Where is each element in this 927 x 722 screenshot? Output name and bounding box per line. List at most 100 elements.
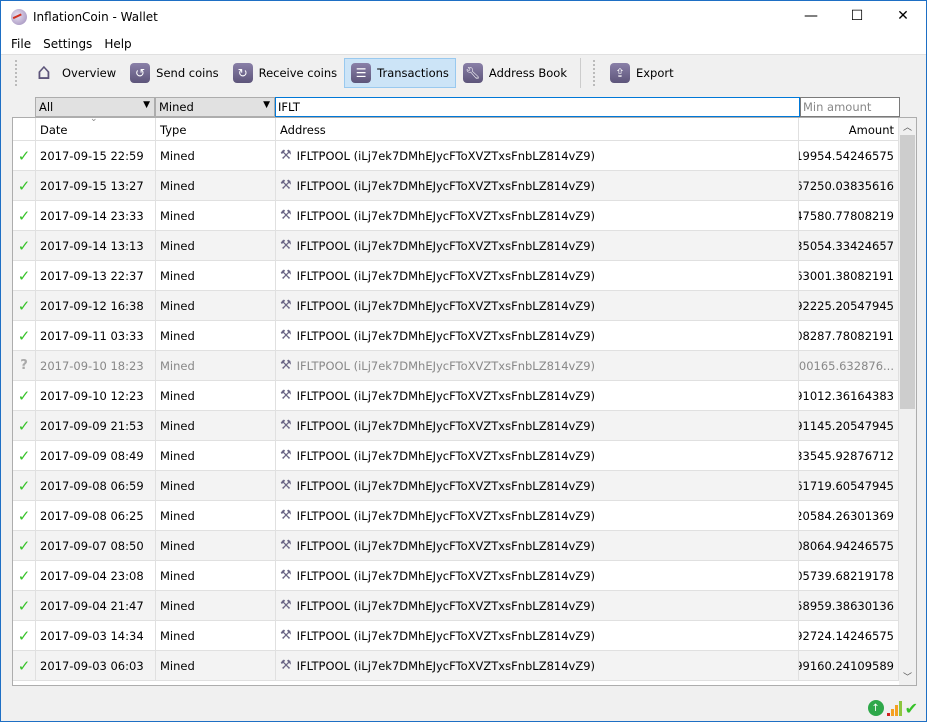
confirmed-check-icon: ✓ <box>13 441 36 470</box>
table-row[interactable]: ✓ 2017-09-14 13:13 Mined ⚒ IFLTPOOL (iLj7ek7… <box>13 231 916 261</box>
date-cell: 2017-09-10 12:23 <box>36 381 156 410</box>
home-icon: ⌂ <box>37 60 51 85</box>
send-icon: ↺ <box>130 62 151 83</box>
table-body: ✓ 2017-09-15 22:59 Mined ⚒ IFLTPOOL (iLj7ek7… <box>13 141 916 681</box>
type-cell: Mined <box>156 321 276 350</box>
type-column-header[interactable]: Type <box>156 118 276 140</box>
status-bar: ↑ ✔ <box>867 695 918 721</box>
transactions-button[interactable]: ☰ Transactions <box>344 57 456 88</box>
mined-tools-icon: ⚒ <box>280 208 292 223</box>
address-book-button[interactable]: 🔧︎ Address Book <box>456 58 574 88</box>
date-cell: 2017-09-10 18:23 <box>36 351 156 380</box>
table-row[interactable]: ✓ 2017-09-11 03:33 Mined ⚒ IFLTPOOL (iLj7ek7… <box>13 321 916 351</box>
type-cell: Mined <box>156 351 276 380</box>
address-text: IFLTPOOL (iLj7ek7DMhEJycFToXVZTxsFnbLZ81… <box>296 178 596 193</box>
address-text: IFLTPOOL (iLj7ek7DMhEJycFToXVZTxsFnbLZ81… <box>296 658 596 673</box>
date-filter-select[interactable]: All ▼ <box>35 97 155 117</box>
amount-cell: 319954.54246575 <box>799 141 899 170</box>
table-row[interactable]: ✓ 2017-09-13 22:37 Mined ⚒ IFLTPOOL (iLj7ek7… <box>13 261 916 291</box>
table-row[interactable]: ✓ 2017-09-15 22:59 Mined ⚒ IFLTPOOL (iLj7ek7… <box>13 141 916 171</box>
scroll-down-icon[interactable]: ﹀ <box>899 668 916 685</box>
min-amount-input[interactable]: Min amount <box>800 97 900 117</box>
mined-tools-icon: ⚒ <box>280 448 292 463</box>
receive-coins-button[interactable]: ↻ Receive coins <box>226 58 345 88</box>
amount-cell: 263001.38082191 <box>799 261 899 290</box>
wrench-icon: 🔧︎ <box>462 62 483 83</box>
mined-tools-icon: ⚒ <box>280 478 292 493</box>
toolbar-grip[interactable] <box>592 59 597 86</box>
scrollbar-thumb[interactable] <box>900 135 915 409</box>
type-cell: Mined <box>156 411 276 440</box>
minimize-button[interactable]: — <box>788 1 834 31</box>
type-cell: Mined <box>156 621 276 650</box>
address-cell: ⚒ IFLTPOOL (iLj7ek7DMhEJycFToXVZTxsFnbLZ8… <box>276 381 799 410</box>
table-row[interactable]: ✓ 2017-09-10 12:23 Mined ⚒ IFLTPOOL (iLj7ek7… <box>13 381 916 411</box>
type-cell: Mined <box>156 591 276 620</box>
confirmed-check-icon: ✓ <box>13 321 36 350</box>
address-cell: ⚒ IFLTPOOL (iLj7ek7DMhEJycFToXVZTxsFnbLZ8… <box>276 321 799 350</box>
toolbar-grip[interactable] <box>15 59 19 86</box>
confirmed-check-icon: ✓ <box>13 411 36 440</box>
address-cell: ⚒ IFLTPOOL (iLj7ek7DMhEJycFToXVZTxsFnbLZ8… <box>276 441 799 470</box>
address-cell: ⚒ IFLTPOOL (iLj7ek7DMhEJycFToXVZTxsFnbLZ8… <box>276 651 799 680</box>
address-cell: ⚒ IFLTPOOL (iLj7ek7DMhEJycFToXVZTxsFnbLZ8… <box>276 471 799 500</box>
type-cell: Mined <box>156 561 276 590</box>
send-coins-button[interactable]: ↺ Send coins <box>123 58 225 88</box>
table-row[interactable]: ✓ 2017-09-04 23:08 Mined ⚒ IFLTPOOL (iLj7ek7… <box>13 561 916 591</box>
maximize-button[interactable]: ☐ <box>834 1 880 31</box>
sort-indicator-icon: ⌄ <box>90 117 98 124</box>
confirmed-check-icon: ✓ <box>13 501 36 530</box>
table-row[interactable]: ✓ 2017-09-14 23:33 Mined ⚒ IFLTPOOL (iLj7ek7… <box>13 201 916 231</box>
date-cell: 2017-09-11 03:33 <box>36 321 156 350</box>
date-cell: 2017-09-14 13:13 <box>36 231 156 260</box>
table-row[interactable]: ✓ 2017-09-09 08:49 Mined ⚒ IFLTPOOL (iLj7ek7… <box>13 441 916 471</box>
table-row[interactable]: ✓ 2017-09-15 13:27 Mined ⚒ IFLTPOOL (iLj7ek7… <box>13 171 916 201</box>
app-logo-icon <box>11 9 27 25</box>
amount-cell: 92225.20547945 <box>799 291 899 320</box>
address-cell: ⚒ IFLTPOOL (iLj7ek7DMhEJycFToXVZTxsFnbLZ8… <box>276 561 799 590</box>
date-column-header[interactable]: ⌄ Date <box>36 118 156 140</box>
amount-cell: 135054.33424657 <box>799 231 899 260</box>
menu-file[interactable]: File <box>5 37 37 51</box>
date-cell: 2017-09-03 14:34 <box>36 621 156 650</box>
table-row[interactable]: ✓ 2017-09-12 16:38 Mined ⚒ IFLTPOOL (iLj7ek7… <box>13 291 916 321</box>
menu-help[interactable]: Help <box>98 37 137 51</box>
send-coins-label: Send coins <box>156 65 219 80</box>
status-column-header[interactable] <box>13 118 36 140</box>
mined-tools-icon: ⚒ <box>280 418 292 433</box>
date-cell: 2017-09-14 23:33 <box>36 201 156 230</box>
address-text: IFLTPOOL (iLj7ek7DMhEJycFToXVZTxsFnbLZ81… <box>296 148 596 163</box>
amount-cell: [100165.632876... <box>799 351 899 380</box>
table-row[interactable]: ✓ 2017-09-03 06:03 Mined ⚒ IFLTPOOL (iLj7ek7… <box>13 651 916 681</box>
export-button[interactable]: ⇪ Export <box>603 58 681 88</box>
type-filter-select[interactable]: Mined ▼ <box>155 97 275 117</box>
address-cell: ⚒ IFLTPOOL (iLj7ek7DMhEJycFToXVZTxsFnbLZ8… <box>276 291 799 320</box>
menu-settings[interactable]: Settings <box>37 37 98 51</box>
table-row[interactable]: ✓ 2017-09-03 14:34 Mined ⚒ IFLTPOOL (iLj7ek7… <box>13 621 916 651</box>
amount-cell: 199160.24109589 <box>799 651 899 680</box>
table-row[interactable]: ✓ 2017-09-07 08:50 Mined ⚒ IFLTPOOL (iLj7ek7… <box>13 531 916 561</box>
scroll-up-icon[interactable]: ︿ <box>899 118 916 135</box>
date-cell: 2017-09-12 16:38 <box>36 291 156 320</box>
amount-column-header[interactable]: Amount <box>799 118 899 140</box>
table-row[interactable]: ✓ 2017-09-09 21:53 Mined ⚒ IFLTPOOL (iLj7ek7… <box>13 411 916 441</box>
dropdown-arrow-icon: ▼ <box>143 100 150 110</box>
overview-button[interactable]: ⌂ Overview <box>25 58 123 88</box>
address-column-header[interactable]: Address <box>276 118 799 140</box>
address-text: IFLTPOOL (iLj7ek7DMhEJycFToXVZTxsFnbLZ81… <box>296 598 596 613</box>
type-cell: Mined <box>156 171 276 200</box>
table-row[interactable]: ✓ 2017-09-08 06:25 Mined ⚒ IFLTPOOL (iLj7ek7… <box>13 501 916 531</box>
type-cell: Mined <box>156 291 276 320</box>
vertical-scrollbar[interactable]: ︿ ﹀ <box>899 118 916 685</box>
list-icon: ☰ <box>351 62 372 83</box>
table-row[interactable]: ? 2017-09-10 18:23 Mined ⚒ IFLTPOOL (iLj7ek7… <box>13 351 916 381</box>
address-filter-input[interactable]: IFLT <box>275 97 800 117</box>
table-row[interactable]: ✓ 2017-09-08 06:59 Mined ⚒ IFLTPOOL (iLj7ek7… <box>13 471 916 501</box>
confirmed-check-icon: ✓ <box>13 531 36 560</box>
export-icon: ⇪ <box>609 62 630 83</box>
table-row[interactable]: ✓ 2017-09-04 21:47 Mined ⚒ IFLTPOOL (iLj7ek7… <box>13 591 916 621</box>
confirmed-check-icon: ✓ <box>13 621 36 650</box>
address-text: IFLTPOOL (iLj7ek7DMhEJycFToXVZTxsFnbLZ81… <box>296 508 596 523</box>
dropdown-arrow-icon: ▼ <box>263 100 270 110</box>
close-button[interactable]: ✕ <box>880 1 926 31</box>
